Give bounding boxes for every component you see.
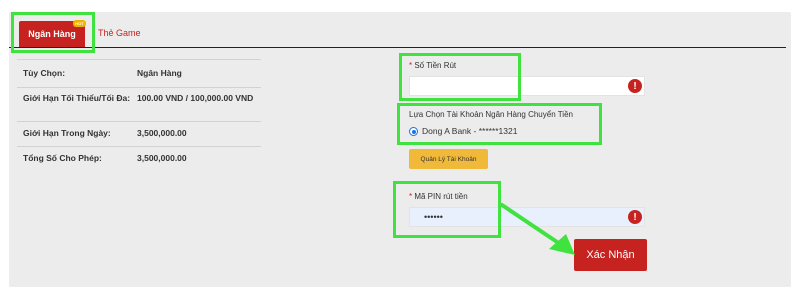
- arrow-annotation: [500, 203, 575, 255]
- arrow-line-icon: [500, 203, 565, 248]
